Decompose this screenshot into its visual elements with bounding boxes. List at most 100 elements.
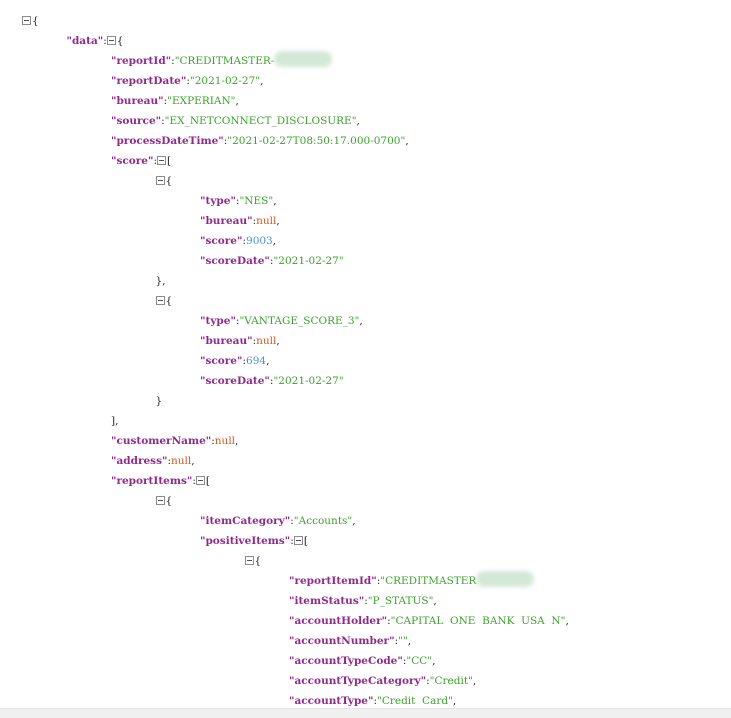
redacted-blur xyxy=(476,571,535,587)
json-key: "scoreDate" xyxy=(200,255,270,267)
json-key: "reportItems" xyxy=(111,475,193,487)
number-value: 694 xyxy=(246,355,267,367)
json-line: "reportItems":[ xyxy=(111,471,210,491)
json-line: { xyxy=(22,11,39,31)
punctuation: , xyxy=(359,315,363,327)
punctuation: , xyxy=(452,695,457,707)
json-key: "score" xyxy=(200,235,243,247)
json-key: "scoreDate" xyxy=(200,375,270,387)
json-line: "accountTypeCode":"CC", xyxy=(289,651,435,671)
punctuation: , xyxy=(272,235,277,247)
json-line: "itemStatus":"P_STATUS", xyxy=(289,591,437,611)
punctuation: , xyxy=(405,135,409,147)
punctuation: , xyxy=(433,595,437,607)
json-line: "customerName":null, xyxy=(111,431,238,451)
json-key: "reportItemId" xyxy=(289,575,377,587)
json-line: "type":"NES", xyxy=(200,191,277,211)
collapse-toggle-icon[interactable] xyxy=(293,536,303,545)
string-value: "VANTAGE_SCORE_3" xyxy=(239,315,360,327)
punctuation: { xyxy=(165,495,173,507)
punctuation: , xyxy=(260,75,264,87)
null-value: null xyxy=(214,435,236,447)
json-line: "accountHolder":"CAPITAL ONE BANK USA N"… xyxy=(289,611,569,631)
punctuation: }, xyxy=(155,275,166,287)
collapse-toggle-icon[interactable] xyxy=(155,496,165,505)
json-key: "accountNumber" xyxy=(289,635,395,647)
punctuation: , xyxy=(235,435,239,447)
json-key: "reportDate" xyxy=(111,75,187,87)
punctuation: , xyxy=(565,615,569,627)
json-key: "bureau" xyxy=(111,95,164,107)
string-value: "EXPERIAN" xyxy=(167,95,236,107)
json-line: "itemCategory":"Accounts", xyxy=(200,511,356,531)
punctuation: ], xyxy=(111,415,119,427)
json-key: "address" xyxy=(111,455,168,467)
json-key: "accountType" xyxy=(289,695,374,707)
string-value: "CREDITMASTER xyxy=(380,575,477,587)
json-key: "bureau" xyxy=(200,335,253,347)
json-key: "accountTypeCategory" xyxy=(289,675,427,687)
collapse-toggle-icon[interactable] xyxy=(157,156,167,165)
json-line: "score":9003, xyxy=(200,231,276,251)
punctuation: , xyxy=(472,675,477,687)
collapse-toggle-icon[interactable] xyxy=(22,16,31,25)
json-line: }, xyxy=(156,271,166,291)
json-line: "positiveItems":[ xyxy=(200,531,308,551)
punctuation: } xyxy=(155,395,163,407)
punctuation: , xyxy=(191,455,195,467)
json-line: ], xyxy=(111,411,118,431)
json-line: "accountTypeCategory":"Credit", xyxy=(289,671,476,691)
json-key: "type" xyxy=(200,315,236,327)
punctuation: { xyxy=(116,35,124,47)
json-key: "accountHolder" xyxy=(289,615,388,627)
json-key: "accountTypeCode" xyxy=(289,655,403,667)
json-key: "processDateTime" xyxy=(111,135,224,147)
punctuation: [ xyxy=(167,155,172,167)
punctuation: , xyxy=(276,215,280,227)
null-value: null xyxy=(171,455,192,467)
string-value: "P_STATUS" xyxy=(367,595,434,607)
punctuation: , xyxy=(266,355,270,367)
json-line: "bureau":null, xyxy=(200,211,280,231)
json-key: "itemCategory" xyxy=(200,515,291,527)
string-value: "CC" xyxy=(406,655,433,667)
json-key: "score" xyxy=(111,155,154,167)
punctuation: , xyxy=(235,95,239,107)
punctuation: [ xyxy=(303,535,308,547)
punctuation: , xyxy=(352,515,356,527)
json-line: "score":694, xyxy=(200,351,269,371)
json-line: "reportDate":"2021-02-27", xyxy=(111,71,263,91)
string-value: "Credit Card" xyxy=(376,695,453,707)
collapse-toggle-icon[interactable] xyxy=(155,296,165,305)
string-value: "" xyxy=(398,635,408,647)
json-key: "score" xyxy=(200,355,243,367)
collapse-toggle-icon[interactable] xyxy=(155,176,165,185)
collapse-toggle-icon[interactable] xyxy=(106,36,116,45)
string-value: "CREDITMASTER- xyxy=(174,55,275,67)
json-key: "type" xyxy=(200,195,236,207)
json-line: "accountNumber":"", xyxy=(289,631,411,651)
string-value: "2021-02-27" xyxy=(273,375,344,387)
json-line: { xyxy=(155,291,172,311)
json-line: } xyxy=(156,391,163,411)
null-value: null xyxy=(256,215,277,227)
redacted-blur xyxy=(274,51,333,67)
string-value: "2021-02-27" xyxy=(189,75,261,87)
string-value: "2021-02-27T08:50:17.000-0700" xyxy=(227,135,406,147)
string-value: "Accounts" xyxy=(293,515,353,527)
punctuation: , xyxy=(356,115,360,127)
punctuation: , xyxy=(273,195,277,207)
json-key: "source" xyxy=(111,115,162,127)
json-line: "scoreDate":"2021-02-27" xyxy=(200,371,344,391)
collapse-toggle-icon[interactable] xyxy=(244,556,254,565)
json-key: "positiveItems" xyxy=(200,535,291,547)
json-viewer: {"data":{"reportId":"CREDITMASTER- "repor… xyxy=(0,0,731,717)
null-value: null xyxy=(256,335,277,347)
json-line: "reportItemId":"CREDITMASTER xyxy=(289,571,535,591)
json-line: "bureau":"EXPERIAN", xyxy=(111,91,239,111)
json-line: { xyxy=(155,491,173,511)
punctuation: { xyxy=(165,175,173,187)
collapse-toggle-icon[interactable] xyxy=(195,476,205,485)
json-line: "score":[ xyxy=(111,151,171,171)
json-line: "data":{ xyxy=(67,31,124,51)
